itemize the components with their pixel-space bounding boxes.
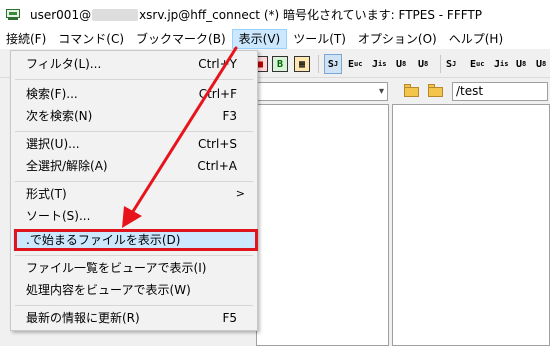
- menu-item-refresh[interactable]: 最新の情報に更新(R) F5: [13, 307, 255, 329]
- menu-options[interactable]: オプション(O): [352, 29, 443, 49]
- binary-transfer-button[interactable]: B: [272, 54, 288, 74]
- menu-bar: 接続(F) コマンド(C) ブックマーク(B) 表示(V) ツール(T) オプシ…: [0, 28, 550, 50]
- remote-file-list[interactable]: [392, 104, 550, 346]
- redacted-host: [92, 8, 139, 21]
- menu-tools[interactable]: ツール(T): [287, 29, 352, 49]
- window-title: user001@ xsrv.jp@hff_connect (*) 暗号化されていま…: [30, 7, 482, 22]
- ffftp-app-icon: [6, 7, 22, 21]
- auto-transfer-button[interactable]: ▦: [294, 54, 310, 74]
- menu-item-list-in-viewer[interactable]: ファイル一覧をビューアで表示(I): [13, 257, 255, 279]
- annotation-highlight-box: [14, 229, 258, 251]
- local-utf8-button[interactable]: U8: [516, 54, 526, 74]
- menu-view[interactable]: 表示(V): [231, 28, 288, 49]
- local-path-combo[interactable]: ▾: [256, 82, 388, 101]
- menu-item-search[interactable]: 検索(F)... Ctrl+F: [13, 83, 255, 105]
- local-sjis-button[interactable]: SJ: [446, 54, 456, 74]
- menu-item-log-in-viewer[interactable]: 処理内容をビューアで表示(W): [13, 279, 255, 301]
- folder-up-icon[interactable]: [404, 84, 420, 97]
- local-file-list[interactable]: [256, 104, 389, 346]
- utf8-bom-button[interactable]: U8: [418, 54, 428, 74]
- local-utf8-bom-button[interactable]: U8: [536, 54, 546, 74]
- menu-item-filter[interactable]: フィルタ(L)... Ctrl+Y: [13, 53, 255, 75]
- menu-bookmark[interactable]: ブックマーク(B): [130, 29, 232, 49]
- open-folder-icon[interactable]: [428, 84, 444, 97]
- menu-help[interactable]: ヘルプ(H): [443, 29, 509, 49]
- utf8-button[interactable]: U8: [396, 54, 406, 74]
- jis-button[interactable]: Jis: [372, 54, 386, 74]
- remote-path-input[interactable]: /test: [452, 82, 548, 101]
- local-euc-button[interactable]: Euc: [470, 54, 484, 74]
- menu-item-find-next[interactable]: 次を検索(N) F3: [13, 105, 255, 127]
- title-bar: user001@ xsrv.jp@hff_connect (*) 暗号化されていま…: [0, 0, 550, 28]
- menu-item-sort[interactable]: ソート(S)...: [13, 205, 255, 227]
- menu-command[interactable]: コマンド(C): [52, 29, 130, 49]
- chevron-down-icon[interactable]: ▾: [379, 83, 384, 100]
- menu-item-format[interactable]: 形式(T) >: [13, 183, 255, 205]
- menu-item-select-all[interactable]: 全選択/解除(A) Ctrl+A: [13, 155, 255, 177]
- menu-connect[interactable]: 接続(F): [0, 29, 52, 49]
- local-jis-button[interactable]: Jis: [494, 54, 508, 74]
- sjis-button[interactable]: SJ: [324, 54, 342, 74]
- menu-item-select[interactable]: 選択(U)... Ctrl+S: [13, 133, 255, 155]
- euc-button[interactable]: Euc: [348, 54, 362, 74]
- view-menu-dropdown: フィルタ(L)... Ctrl+Y 検索(F)... Ctrl+F 次を検索(N) F…: [10, 50, 258, 331]
- chevron-right-icon: >: [235, 187, 245, 200]
